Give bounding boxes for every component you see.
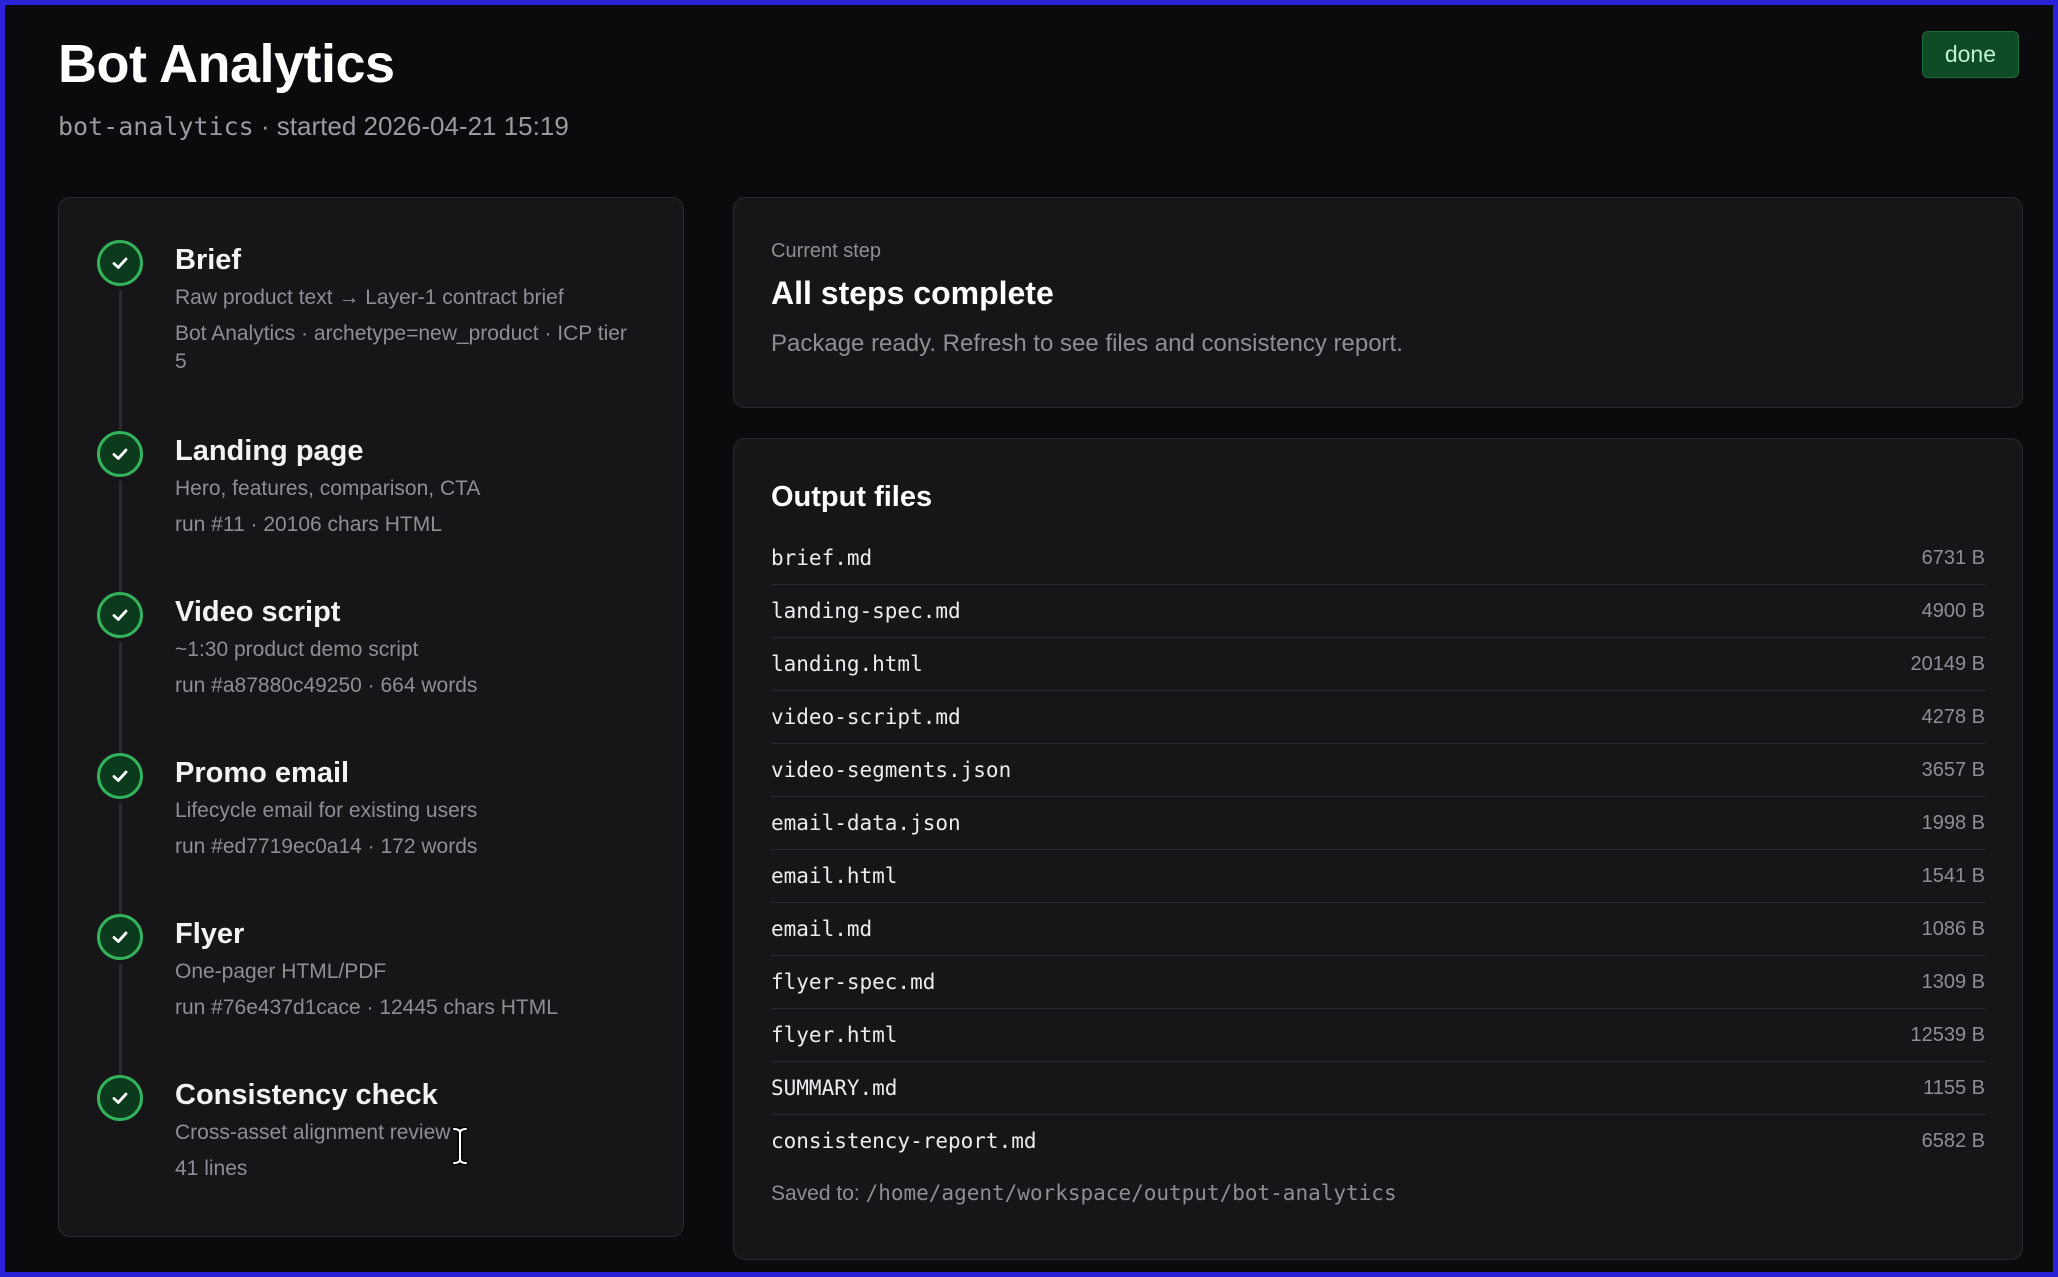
file-name[interactable]: landing.html [771,652,923,676]
output-files-card: Output files brief.md 6731 B landing-spec… [733,438,2023,1260]
step-text: Brief Raw product text → Layer-1 contrac… [175,242,643,376]
file-row[interactable]: landing.html 20149 B [771,638,1985,691]
step-title: Landing page [175,435,364,467]
step-connector [119,803,122,915]
step-description: Cross-asset alignment review [175,1121,451,1144]
file-size: 6731 B [1921,546,1985,569]
step-meta: run #76e437d1cace · 12445 chars HTML [175,996,558,1019]
file-name[interactable]: SUMMARY.md [771,1076,897,1100]
file-name[interactable]: email-data.json [771,811,961,835]
file-name[interactable]: brief.md [771,546,872,570]
file-name[interactable]: email.html [771,864,897,888]
step-title: Flyer [175,918,245,950]
output-files-title: Output files [771,481,933,513]
step-meta: run #a87880c49250 · 664 words [175,674,478,697]
check-icon [97,240,143,286]
step-title: Video script [175,596,341,628]
step-connector [119,642,122,754]
step-meta: Bot Analytics · archetype=new_product · … [175,322,627,373]
step-description: Hero, features, comparison, CTA [175,477,481,500]
file-size: 1309 B [1921,970,1985,993]
file-size: 12539 B [1910,1023,1985,1046]
file-size: 6582 B [1921,1129,1985,1152]
file-row[interactable]: email-data.json 1998 B [771,797,1985,850]
file-row[interactable]: flyer-spec.md 1309 B [771,956,1985,1009]
check-icon [97,431,143,477]
file-row[interactable]: email.md 1086 B [771,903,1985,956]
file-size: 4278 B [1921,705,1985,728]
file-row[interactable]: flyer.html 12539 B [771,1009,1985,1062]
step-connector [119,964,122,1076]
step-text: Consistency check Cross-asset alignment … [175,1077,643,1183]
file-name[interactable]: video-script.md [771,705,961,729]
file-name[interactable]: email.md [771,917,872,941]
file-size: 20149 B [1910,652,1985,675]
saved-to-label: Saved to: [771,1182,860,1205]
steps-panel: Brief Raw product text → Layer-1 contrac… [58,197,684,1237]
page-header: Bot Analytics bot-analytics · started 20… [58,33,569,142]
text-cursor-icon [451,1127,469,1165]
step-description: ~1:30 product demo script [175,638,419,661]
saved-to-path: /home/agent/workspace/output/bot-analyti… [865,1181,1397,1205]
file-row[interactable]: SUMMARY.md 1155 B [771,1062,1985,1115]
file-size: 3657 B [1921,758,1985,781]
check-icon [97,914,143,960]
step-title: Promo email [175,757,350,789]
current-step-card: Current step All steps complete Package … [733,197,2023,408]
file-list: brief.md 6731 B landing-spec.md 4900 B lan… [771,532,1985,1167]
file-size: 4900 B [1921,599,1985,622]
step-text: Flyer One-pager HTML/PDF run #76e437d1ca… [175,916,643,1022]
file-row[interactable]: consistency-report.md 6582 B [771,1115,1985,1167]
file-row[interactable]: landing-spec.md 4900 B [771,585,1985,638]
step-description: One-pager HTML/PDF [175,960,387,983]
project-slug: bot-analytics [58,112,254,141]
step-connector [119,290,122,430]
file-row[interactable]: video-script.md 4278 B [771,691,1985,744]
file-name[interactable]: video-segments.json [771,758,1011,782]
check-icon [97,1075,143,1121]
check-icon [97,592,143,638]
file-name[interactable]: flyer-spec.md [771,970,935,994]
step-text: Landing page Hero, features, comparison,… [175,433,643,539]
step-meta: run #ed7719ec0a14 · 172 words [175,835,478,858]
step-connector [119,481,122,593]
step-description: Raw product text → Layer-1 contract brie… [175,286,564,309]
current-step-description: Package ready. Refresh to see files and … [771,330,1403,357]
file-name[interactable]: flyer.html [771,1023,897,1047]
file-size: 1155 B [1923,1076,1985,1099]
saved-to-line: Saved to: /home/agent/workspace/output/b… [771,1181,1985,1206]
page-title: Bot Analytics [58,34,395,94]
file-row[interactable]: video-segments.json 3657 B [771,744,1985,797]
file-name[interactable]: landing-spec.md [771,599,961,623]
started-timestamp: · started 2026-04-21 15:19 [260,111,569,141]
step-text: Video script ~1:30 product demo script r… [175,594,643,700]
status-badge: done [1921,31,2019,78]
step-text: Promo email Lifecycle email for existing… [175,755,643,861]
page-subtitle: bot-analytics · started 2026-04-21 15:19 [58,111,569,142]
step-title: Consistency check [175,1079,438,1111]
current-step-title: All steps complete [771,275,1054,311]
step-meta: run #11 · 20106 chars HTML [175,513,442,536]
file-row[interactable]: email.html 1541 B [771,850,1985,903]
file-size: 1998 B [1921,811,1985,834]
file-size: 1086 B [1921,917,1985,940]
step-title: Brief [175,244,242,276]
current-step-label: Current step [771,240,882,262]
file-size: 1541 B [1921,864,1985,887]
file-name[interactable]: consistency-report.md [771,1129,1037,1153]
check-icon [97,753,143,799]
step-description: Lifecycle email for existing users [175,799,478,822]
step-meta: 41 lines [175,1157,248,1180]
file-row[interactable]: brief.md 6731 B [771,532,1985,585]
